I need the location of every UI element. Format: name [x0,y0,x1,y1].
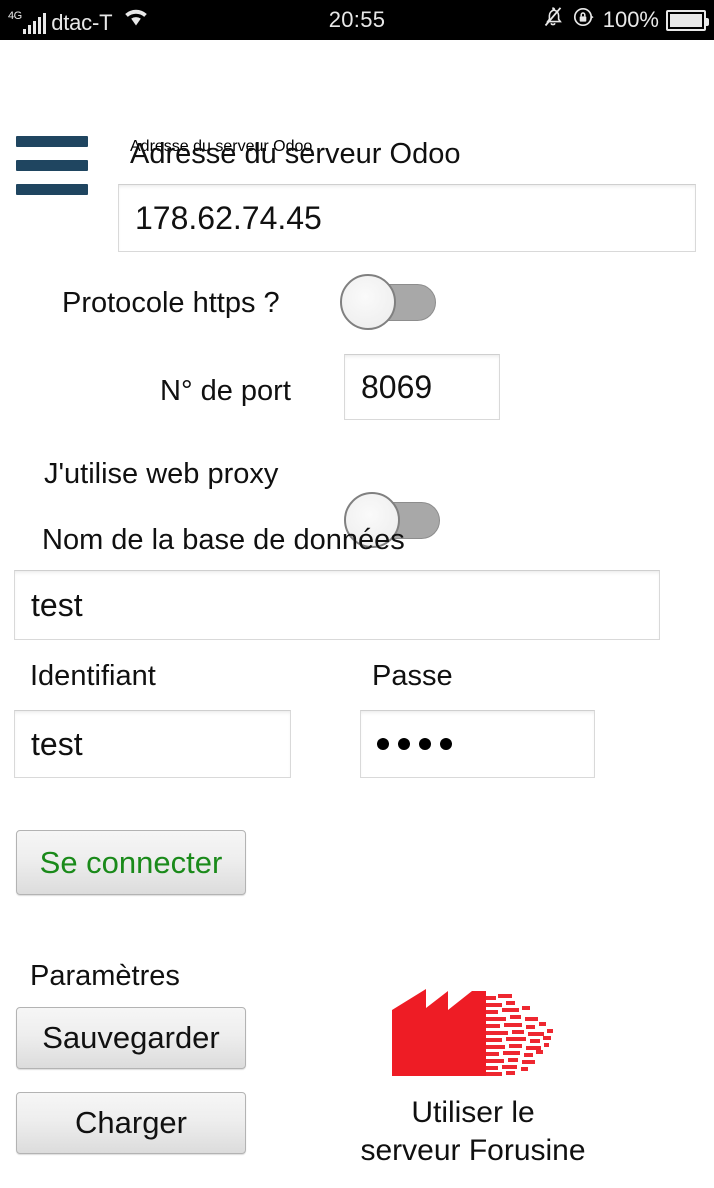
port-number-label: N° de port [160,375,291,407]
database-name-value: test [31,586,83,623]
password-label: Passe [372,660,453,692]
password-input[interactable] [360,710,595,778]
battery-percent-label: 100% [602,7,659,32]
forusine-caption-line2: serveur Forusine [360,1134,586,1168]
load-settings-button[interactable]: Charger [16,1092,246,1154]
server-address-label-text: Adresse du serveur Odoo [130,138,461,170]
server-address-input[interactable]: 178.62.74.45 [118,184,696,252]
hamburger-menu-icon[interactable] [16,136,88,195]
save-settings-button[interactable]: Sauvegarder [16,1007,246,1069]
connect-button[interactable]: Se connecter [16,830,246,895]
forusine-caption-line1: Utiliser le [411,1096,535,1129]
login-label: Identifiant [30,660,156,692]
forusine-server-button[interactable]: Utiliser le serveur Forusine [338,984,608,1171]
https-protocol-label: Protocole https ? [62,287,280,319]
web-proxy-label: J'utilise web proxy [44,458,279,490]
toggle-thumb [340,274,396,330]
server-address-value: 178.62.74.45 [135,199,322,236]
login-value: test [31,725,83,762]
database-name-label: Nom de la base de données [42,524,405,556]
status-bar: 4G dtac-T 20:55 100% [0,0,714,40]
login-input[interactable]: test [14,710,291,778]
rotation-lock-icon [572,5,596,35]
settings-section-title: Paramètres [30,960,180,992]
password-masked-value [377,738,452,750]
port-number-input[interactable]: 8069 [344,354,500,420]
database-name-input[interactable]: test [14,570,660,640]
login-form-screen: Adresse du serveur Odoo Adresse du serve… [0,40,714,1188]
forusine-caption: Utiliser le serveur Forusine [360,1094,585,1171]
battery-full-icon [666,9,709,31]
bell-mute-icon [541,5,565,35]
https-protocol-toggle[interactable] [340,274,436,330]
status-bar-right: 100% [541,5,709,35]
forusine-factory-logo [392,989,553,1076]
port-number-value: 8069 [361,368,433,405]
